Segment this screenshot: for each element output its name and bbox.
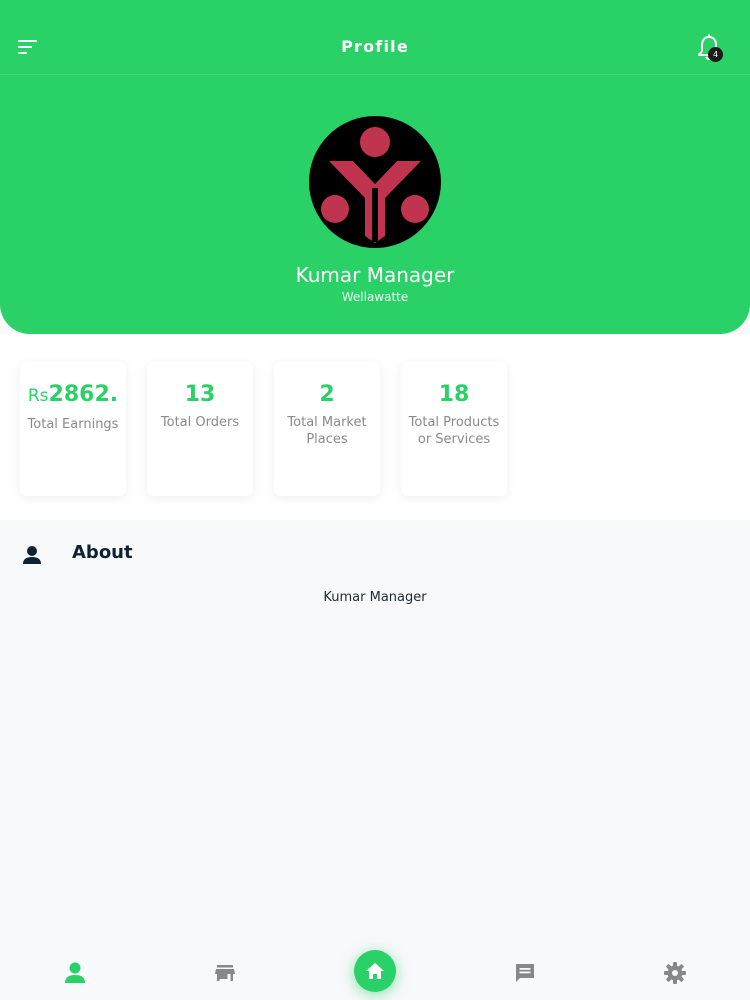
- stat-card-products[interactable]: 18 Total Products or Services: [401, 362, 507, 496]
- profile-location: Wellawatte: [341, 290, 409, 304]
- stat-label: Total Earnings: [27, 417, 119, 432]
- page-title: Profile: [341, 37, 409, 56]
- currency-label: Rs: [27, 386, 49, 406]
- stat-value: 2: [319, 382, 335, 407]
- person-icon: [23, 546, 41, 564]
- stat-value: 13: [184, 382, 216, 407]
- stat-value: Rs2862.: [20, 382, 126, 407]
- person-icon: [65, 962, 85, 983]
- notification-badge: 4: [708, 47, 723, 62]
- nav-settings[interactable]: [662, 960, 688, 986]
- logo-icon: [321, 127, 429, 243]
- earnings-value: 2862.: [48, 382, 119, 407]
- gear-icon: [664, 962, 686, 984]
- stat-card-earnings[interactable]: Rs2862. Total Earnings: [20, 362, 126, 496]
- nav-profile[interactable]: [62, 960, 88, 986]
- about-text: Kumar Manager: [323, 590, 427, 605]
- stat-card-market-places[interactable]: 2 Total Market Places: [274, 362, 380, 496]
- stat-label: Total Market Places: [287, 415, 367, 447]
- stat-value: 18: [438, 382, 470, 407]
- top-bar: Profile 4: [0, 0, 750, 75]
- nav-home[interactable]: [354, 950, 396, 992]
- stat-label: Total Products or Services: [408, 415, 500, 447]
- stat-card-orders[interactable]: 13 Total Orders: [147, 362, 253, 496]
- store-icon: [215, 965, 235, 981]
- avatar: [309, 116, 441, 248]
- chat-icon: [516, 964, 534, 982]
- about-title: About: [72, 542, 133, 563]
- nav-messages[interactable]: [512, 960, 538, 986]
- nav-store[interactable]: [212, 960, 238, 986]
- profile-name: Kumar Manager: [295, 263, 455, 287]
- home-icon: [366, 963, 384, 979]
- stat-label: Total Orders: [160, 415, 240, 430]
